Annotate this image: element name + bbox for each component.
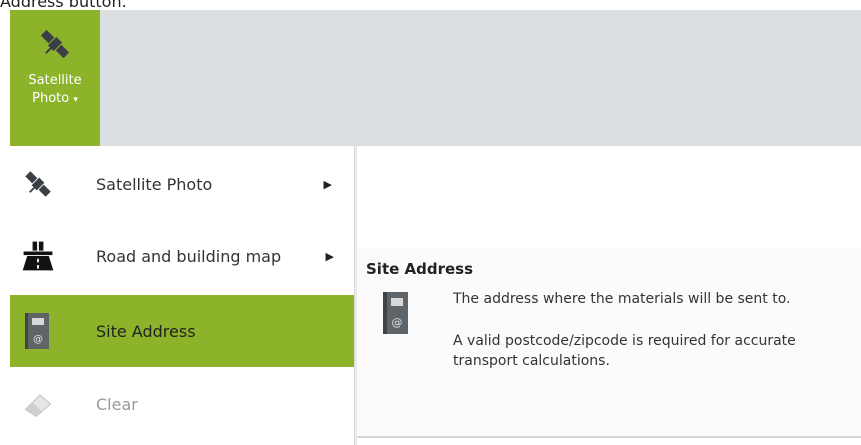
ribbon-button-label: Satellite Photo ▾ [28,72,81,109]
menu-item-site-address[interactable]: @ Site Address [10,295,354,367]
menu-item-satellite-photo[interactable]: Satellite Photo ▶ [10,148,354,220]
svg-text:@: @ [33,334,43,345]
ribbon-label-line2: Photo ▾ [32,91,78,106]
tooltip-line-2: A valid postcode/zipcode is required for… [453,333,796,369]
menu-item-label: Satellite Photo [96,174,213,194]
svg-text:@: @ [392,316,403,329]
menu-item-road-and-building-map[interactable]: Road and building map ▶ [10,220,354,292]
address-book-icon: @ [383,292,408,334]
menu-item-clear[interactable]: Clear [10,368,354,440]
tooltip-site-address: Site Address @ The address where the mat… [357,247,861,437]
dropdown-menu: Satellite Photo ▶ Road and building map … [10,146,355,445]
tooltip-line-1: The address where the materials will be … [453,291,791,307]
satellite-icon [18,164,58,204]
submenu-arrow-icon: ▶ [323,177,332,191]
menu-item-label: Site Address [96,321,196,341]
ribbon-label-line1: Satellite [28,73,82,88]
road-icon [18,236,58,276]
menu-item-label: Road and building map [96,246,282,266]
tooltip-title: Site Address [366,260,474,278]
divider [357,436,861,438]
ribbon-bar [100,10,861,146]
satellite-icon [40,29,70,59]
chevron-down-icon: ▾ [73,95,78,105]
submenu-arrow-icon: ▶ [325,249,334,263]
satellite-photo-ribbon-button[interactable]: Satellite Photo ▾ [10,10,100,146]
eraser-icon [18,384,58,424]
address-book-icon: @ [18,311,58,351]
tooltip-body: The address where the materials will be … [453,289,851,393]
menu-item-label: Clear [96,394,138,414]
